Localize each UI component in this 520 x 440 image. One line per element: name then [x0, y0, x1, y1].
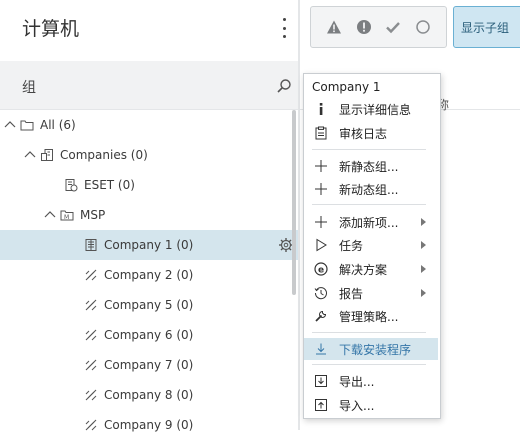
menu-item-manage-policies[interactable]: 管理策略...: [304, 305, 438, 327]
menu-item-label: 添加新项...: [339, 215, 399, 230]
chevron-up-icon[interactable]: [44, 209, 56, 221]
tree-item-label: Company 2 (0): [104, 268, 194, 282]
plus-icon: [314, 215, 328, 229]
menu-separator: [312, 364, 426, 365]
dynamic-group-icon: [85, 299, 97, 311]
menu-item-audit-log[interactable]: 审核日志: [304, 122, 438, 144]
export-icon: [314, 374, 328, 388]
companies-icon: [41, 149, 53, 161]
wrench-icon: [314, 309, 328, 323]
tree-item-all[interactable]: All (6): [0, 110, 298, 140]
eset-group-icon: [65, 179, 78, 192]
menu-item-label: 审核日志: [339, 126, 388, 141]
menu-item-add-new[interactable]: 添加新项...: [304, 211, 438, 233]
menu-item-label: 显示详细信息: [339, 102, 412, 117]
tree-item-label: Company 8 (0): [104, 388, 194, 402]
dynamic-group-icon: [85, 329, 97, 341]
download-icon: [314, 342, 328, 356]
tree-item-eset[interactable]: ESET (0): [0, 170, 298, 200]
submenu-arrow-icon: [421, 218, 426, 226]
menu-separator: [312, 149, 426, 150]
menu-item-label: 下载安装程序: [339, 342, 412, 357]
history-icon: [314, 286, 328, 300]
chevron-up-icon[interactable]: [24, 149, 36, 161]
submenu-arrow-icon: [421, 241, 426, 249]
menu-item-label: 导出...: [339, 374, 375, 389]
check-icon[interactable]: [385, 19, 401, 35]
menu-separator: [312, 332, 426, 333]
tree-item-label: Companies (0): [60, 148, 148, 162]
company-building-icon: [85, 239, 97, 251]
search-icon[interactable]: [276, 78, 292, 94]
menu-separator: [312, 204, 426, 205]
menu-item-new-static-group[interactable]: 新静态组...: [304, 155, 438, 177]
folder-icon: [20, 120, 34, 131]
group-header-bar: [0, 61, 298, 110]
menu-item-label: 新动态组...: [339, 182, 399, 197]
tree-item-label: Company 6 (0): [104, 328, 194, 342]
menu-item-tasks[interactable]: 任务: [304, 234, 438, 256]
menu-item-label: 导入...: [339, 398, 375, 413]
menu-item-label: 任务: [339, 238, 364, 253]
menu-item-export[interactable]: 导出...: [304, 370, 438, 392]
tree-item-label: Company 5 (0): [104, 298, 194, 312]
svg-text:M: M: [64, 214, 69, 221]
menu-item-download-installer[interactable]: 下载安装程序: [304, 338, 438, 360]
play-icon: [314, 238, 328, 252]
tree-item-company-8[interactable]: Company 8 (0): [0, 380, 298, 410]
e-icon: e: [314, 262, 328, 276]
tree-item-label: All (6): [40, 118, 76, 132]
plus-icon: [314, 159, 328, 173]
tree-item-label: MSP: [80, 208, 106, 222]
menu-item-label: 解决方案: [339, 262, 388, 277]
tree-item-label: Company 7 (0): [104, 358, 194, 372]
tree-scrollbar[interactable]: [292, 110, 296, 295]
chevron-up-icon[interactable]: [4, 119, 16, 131]
menu-item-new-dynamic-group[interactable]: 新动态组...: [304, 178, 438, 200]
show-subgroups-button[interactable]: 显示子组: [453, 6, 520, 48]
dynamic-group-icon: [85, 269, 97, 281]
tree-item-company-9[interactable]: Company 9 (0): [0, 410, 298, 440]
tree-item-label: Company 1 (0): [104, 238, 194, 252]
dynamic-group-icon: [85, 389, 97, 401]
msp-icon: M: [60, 210, 74, 221]
submenu-arrow-icon: [421, 265, 426, 273]
circle-icon[interactable]: [415, 19, 431, 35]
status-filter-group: [310, 6, 447, 48]
tree-item-label: ESET (0): [84, 178, 135, 192]
tree-item-company-7[interactable]: Company 7 (0): [0, 350, 298, 380]
menu-item-label: 报告: [339, 286, 364, 301]
warning-icon[interactable]: [326, 19, 342, 35]
plus-icon: [314, 182, 328, 196]
menu-item-solutions[interactable]: e 解决方案: [304, 258, 438, 280]
page-title: 计算机: [22, 18, 80, 40]
menu-item-label: 新静态组...: [339, 159, 399, 174]
group-header-label: 组: [22, 80, 36, 96]
menu-item-import[interactable]: 导入...: [304, 394, 438, 416]
tree-item-company-5[interactable]: Company 5 (0): [0, 290, 298, 320]
tree-item-msp[interactable]: M MSP: [0, 200, 298, 230]
tree-item-company-2[interactable]: Company 2 (0): [0, 260, 298, 290]
tree-item-company-1[interactable]: Company 1 (0): [0, 230, 298, 260]
menu-item-reports[interactable]: 报告: [304, 282, 438, 304]
info-icon: [314, 102, 328, 116]
more-options-icon[interactable]: [276, 18, 292, 38]
audit-log-icon: [314, 126, 328, 140]
tree-item-companies[interactable]: Companies (0): [0, 140, 298, 170]
menu-item-label: 管理策略...: [339, 309, 399, 324]
error-icon[interactable]: [356, 19, 372, 35]
context-menu-title: Company 1: [312, 80, 381, 94]
import-icon: [314, 398, 328, 412]
dynamic-group-icon: [85, 359, 97, 371]
menu-item-show-details[interactable]: 显示详细信息: [304, 98, 438, 120]
tree-item-company-6[interactable]: Company 6 (0): [0, 320, 298, 350]
submenu-arrow-icon: [421, 289, 426, 297]
svg-text:e: e: [318, 266, 324, 276]
